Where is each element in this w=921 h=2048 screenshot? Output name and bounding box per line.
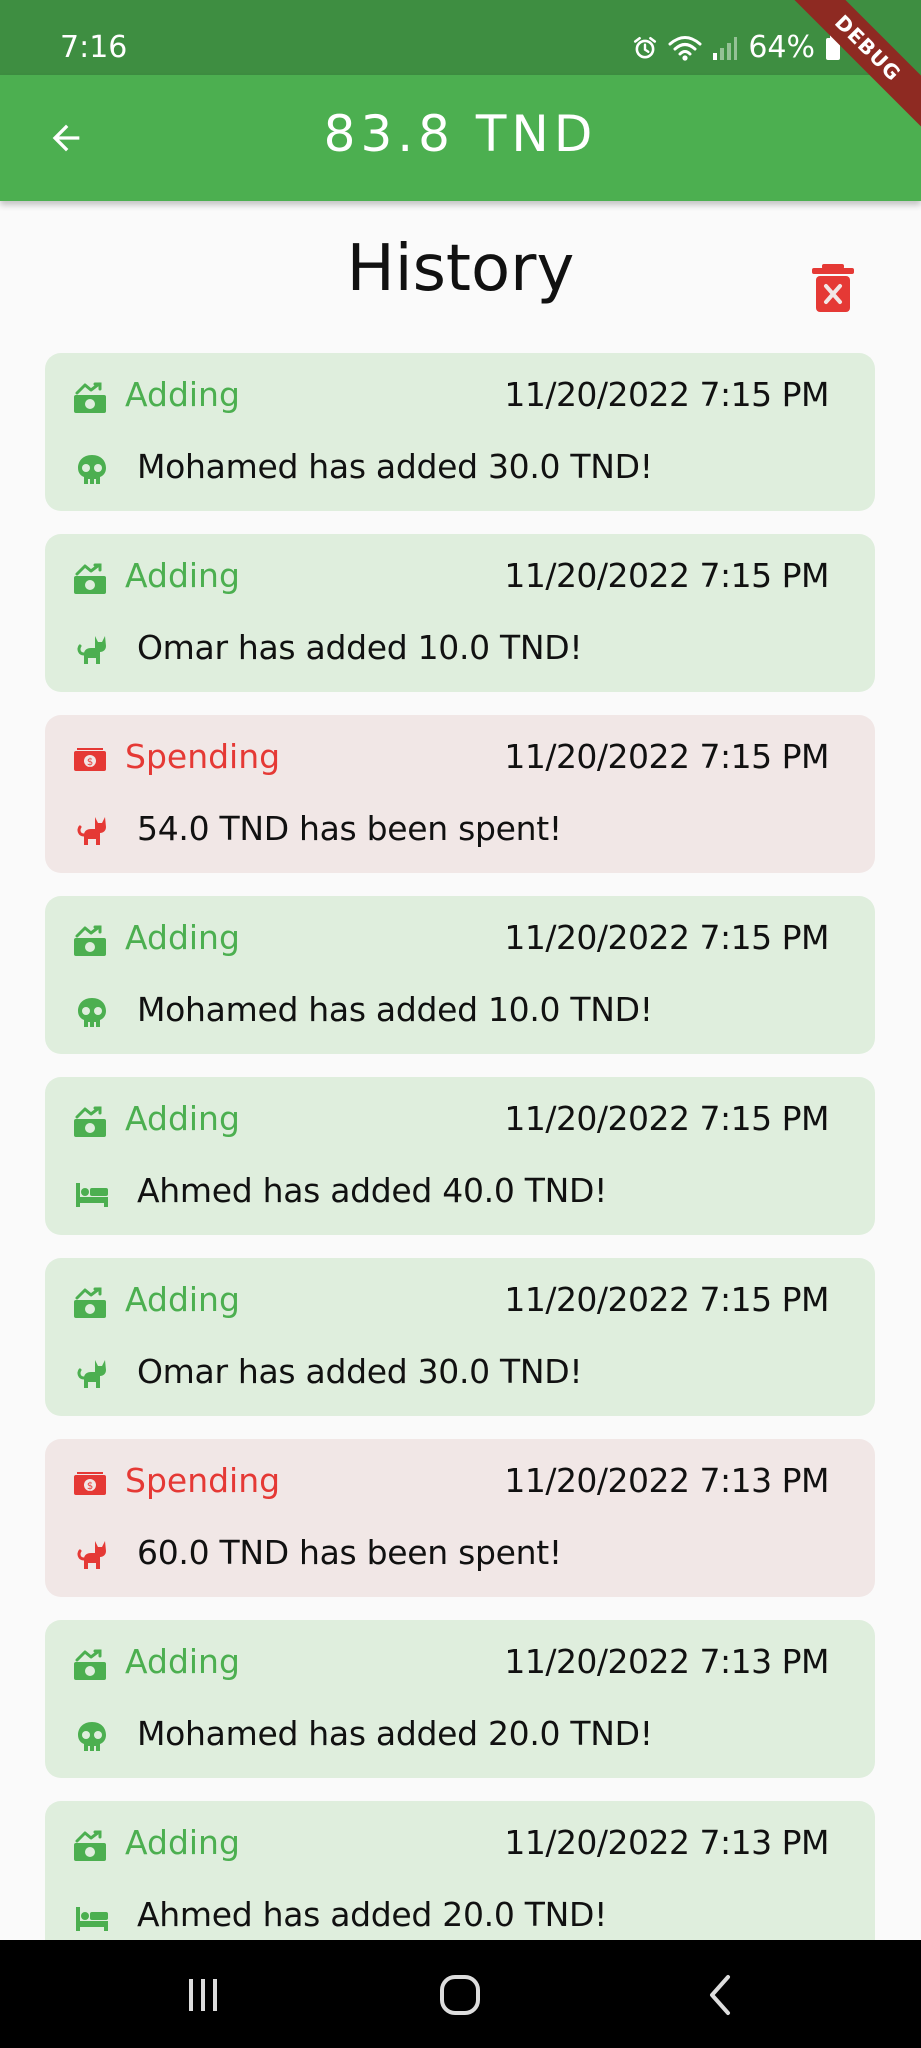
status-time: 7:16 <box>60 30 128 65</box>
clear-history-button[interactable] <box>810 262 856 314</box>
transaction-type-label: Adding <box>125 1099 240 1138</box>
signal-icon <box>712 35 738 61</box>
cat-icon <box>75 815 109 849</box>
transaction-message: Omar has added 10.0 TND! <box>137 628 583 667</box>
transaction-message: 54.0 TND has been spent! <box>137 809 562 848</box>
history-card: Adding 11/20/2022 7:15 PM Ahmed has added … <box>45 1077 875 1235</box>
bed-icon <box>75 1901 109 1935</box>
transaction-timestamp: 11/20/2022 7:13 PM <box>504 1461 829 1500</box>
recents-icon <box>189 1979 217 2011</box>
money-added-icon <box>73 562 107 596</box>
money-added-icon <box>73 1105 107 1139</box>
transaction-type-label: Spending <box>125 1461 281 1500</box>
transaction-type-label: Adding <box>125 1280 240 1319</box>
transaction-timestamp: 11/20/2022 7:15 PM <box>504 1099 829 1138</box>
transaction-type-label: Spending <box>125 737 281 776</box>
transaction-timestamp: 11/20/2022 7:15 PM <box>504 375 829 414</box>
history-card: Adding 11/20/2022 7:15 PM Omar has added 3… <box>45 1258 875 1416</box>
transaction-type-label: Adding <box>125 1823 240 1862</box>
skull-icon <box>75 453 109 487</box>
app-bar: 83.8 TND <box>0 75 921 201</box>
history-card: Adding 11/20/2022 7:13 PM Ahmed has added … <box>45 1801 875 1959</box>
bed-icon <box>75 1177 109 1211</box>
svg-text:$: $ <box>87 757 93 768</box>
transaction-message: 60.0 TND has been spent! <box>137 1533 562 1572</box>
cat-icon <box>75 1358 109 1392</box>
status-bar: 7:16 64% DEBUG <box>0 0 921 143</box>
transaction-timestamp: 11/20/2022 7:15 PM <box>504 737 829 776</box>
svg-text:$: $ <box>87 1481 93 1492</box>
money-added-icon <box>73 1648 107 1682</box>
transaction-type-label: Adding <box>125 918 240 957</box>
money-spent-icon: $ <box>73 743 107 777</box>
history-card: Adding 11/20/2022 7:15 PM Mohamed has adde… <box>45 896 875 1054</box>
cat-icon <box>75 1539 109 1573</box>
transaction-message: Mohamed has added 20.0 TND! <box>137 1714 653 1753</box>
transaction-timestamp: 11/20/2022 7:15 PM <box>504 918 829 957</box>
cat-icon <box>75 634 109 668</box>
transaction-timestamp: 11/20/2022 7:15 PM <box>504 1280 829 1319</box>
wifi-icon <box>668 34 702 62</box>
money-added-icon <box>73 924 107 958</box>
money-added-icon <box>73 381 107 415</box>
transaction-type-label: Adding <box>125 375 240 414</box>
page-title: History <box>346 232 575 306</box>
battery-text: 64% <box>748 30 815 65</box>
nav-back-button[interactable] <box>690 1970 750 2020</box>
history-card: $ Spending 11/20/2022 7:13 PM 60.0 TND has … <box>45 1439 875 1597</box>
system-nav-bar <box>0 1940 921 2048</box>
home-icon <box>440 1975 480 2015</box>
history-card: $ Spending 11/20/2022 7:15 PM 54.0 TND has … <box>45 715 875 873</box>
transaction-type-label: Adding <box>125 1642 240 1681</box>
transaction-message: Mohamed has added 30.0 TND! <box>137 447 653 486</box>
skull-icon <box>75 996 109 1030</box>
balance-title: 83.8 TND <box>323 105 598 163</box>
transaction-type-label: Adding <box>125 556 240 595</box>
money-added-icon <box>73 1286 107 1320</box>
money-added-icon <box>73 1829 107 1863</box>
alarm-icon <box>632 35 658 61</box>
home-button[interactable] <box>430 1970 490 2020</box>
screen: 7:16 64% DEBUG 83.8 TND History Adding 1… <box>0 0 921 2048</box>
money-spent-icon: $ <box>73 1467 107 1501</box>
history-card: Adding 11/20/2022 7:15 PM Mohamed has adde… <box>45 353 875 511</box>
nav-back-icon <box>710 1975 730 2015</box>
transaction-timestamp: 11/20/2022 7:13 PM <box>504 1823 829 1862</box>
transaction-timestamp: 11/20/2022 7:13 PM <box>504 1642 829 1681</box>
transaction-message: Ahmed has added 20.0 TND! <box>137 1895 608 1934</box>
transaction-message: Mohamed has added 10.0 TND! <box>137 990 653 1029</box>
recents-button[interactable] <box>173 1970 233 2020</box>
skull-icon <box>75 1720 109 1754</box>
transaction-message: Omar has added 30.0 TND! <box>137 1352 583 1391</box>
transaction-message: Ahmed has added 40.0 TND! <box>137 1171 608 1210</box>
transaction-timestamp: 11/20/2022 7:15 PM <box>504 556 829 595</box>
status-icons: 64% <box>632 30 841 65</box>
history-card: Adding 11/20/2022 7:15 PM Omar has added 1… <box>45 534 875 692</box>
delete-forever-icon <box>812 264 854 312</box>
history-card: Adding 11/20/2022 7:13 PM Mohamed has adde… <box>45 1620 875 1778</box>
